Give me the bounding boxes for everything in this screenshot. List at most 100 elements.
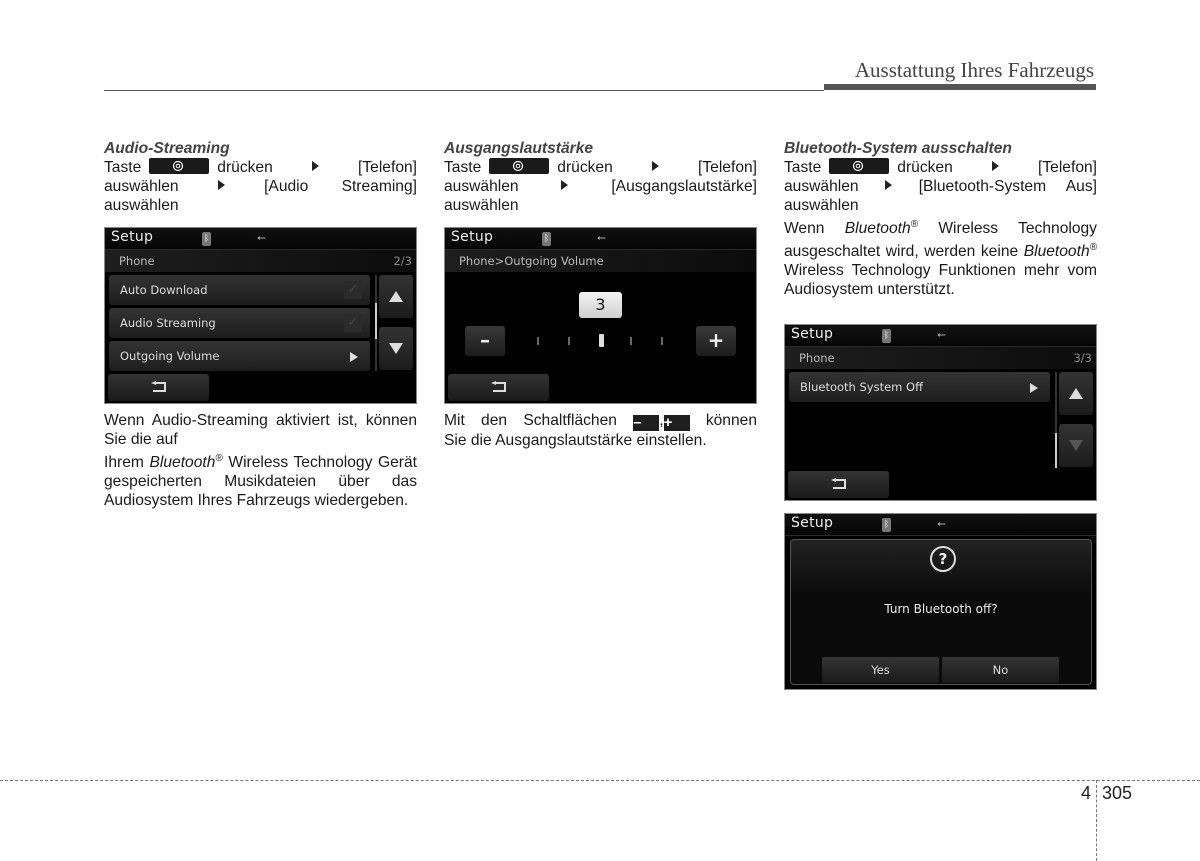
- text: [Audio Streaming]: [264, 178, 417, 195]
- running-title: Ausstattung Ihres Fahrzeugs: [854, 58, 1094, 82]
- screen-title: Setup: [791, 326, 834, 342]
- text: drücken: [217, 159, 273, 176]
- text: Taste: [784, 159, 822, 176]
- arrow-down-icon: [389, 343, 403, 354]
- back-button[interactable]: [788, 471, 889, 498]
- item-label: Auto Download: [120, 283, 208, 297]
- back-icon: [491, 381, 506, 392]
- paragraph: Ihrem Bluetooth® Wireless Technology Ger…: [104, 449, 417, 510]
- list-item-audio-streaming[interactable]: Audio Streaming ✓: [109, 308, 370, 338]
- instruction-text: auswählen [Audio Streaming]: [104, 177, 417, 196]
- bluetooth-icon: ᛒ: [882, 329, 891, 343]
- setup-key-icon: [149, 158, 210, 174]
- section-bluetooth-off: Bluetooth-System ausschalten Taste drücke…: [784, 139, 1097, 299]
- volume-tick[interactable]: [661, 337, 663, 345]
- list-item-auto-download[interactable]: Auto Download ✓: [109, 275, 370, 305]
- text: [Ausgangslautstärke]: [611, 178, 757, 195]
- gear-icon: [513, 160, 524, 172]
- arrow-right-icon: [217, 180, 225, 190]
- checkbox-checked-icon[interactable]: ✓: [344, 281, 362, 299]
- page-indicator: 2/3: [393, 254, 412, 268]
- breadcrumb-text: Phone: [799, 351, 835, 365]
- section-audio-streaming: Audio-Streaming Taste drücken [Telefon] a…: [104, 139, 417, 215]
- status-bar: Setup ᛒ ⭠: [445, 228, 756, 250]
- list-item-outgoing-volume[interactable]: Outgoing Volume: [109, 341, 370, 371]
- volume-tick[interactable]: [630, 337, 632, 345]
- scroll-down-button[interactable]: [1059, 424, 1093, 467]
- arrow-down-icon: [1069, 440, 1083, 451]
- volume-minus-button[interactable]: –: [465, 326, 505, 356]
- text: ®: [215, 453, 223, 464]
- checkbox-checked-icon[interactable]: ✓: [344, 314, 362, 332]
- instruction-text: auswählen: [444, 197, 519, 214]
- status-bar: Setup ᛒ ⭠: [785, 325, 1096, 347]
- chapter-number: 4: [1081, 783, 1092, 803]
- arrow-right-icon: [885, 180, 893, 190]
- arrow-right-icon: [991, 161, 999, 171]
- paragraph: Mit den Schaltflächen – ,+ können: [444, 411, 757, 431]
- setup-key-icon: [829, 158, 890, 174]
- paragraph: Sie die Ausgangslautstärke einstellen.: [444, 432, 707, 449]
- scroll-up-button[interactable]: [1059, 372, 1093, 415]
- back-button[interactable]: [108, 374, 209, 401]
- screen-phone-settings-2: Setup ᛒ ⭠ Phone 2/3 Auto Download ✓ Audio …: [104, 227, 417, 404]
- back-icon: [151, 381, 166, 392]
- instruction-text: Taste drücken [Telefon]: [104, 158, 417, 177]
- text: [Bluetooth-System Aus]: [918, 178, 1097, 195]
- text: auswählen: [444, 178, 519, 195]
- arrow-up-icon: [389, 291, 403, 302]
- instruction-text: auswählen: [104, 197, 179, 214]
- confirm-dialog: ? Turn Bluetooth off? Yes No: [790, 539, 1092, 685]
- breadcrumb-text: Phone>Outgoing Volume: [459, 254, 604, 268]
- scroll-up-button[interactable]: [379, 275, 413, 318]
- usb-icon: ⭠: [597, 231, 606, 244]
- section-title: Audio-Streaming: [104, 140, 230, 157]
- item-label: Bluetooth System Off: [800, 380, 923, 394]
- scrollbar-thumb[interactable]: [1055, 433, 1057, 468]
- bluetooth-icon: ᛒ: [542, 232, 551, 246]
- volume-tick[interactable]: [568, 337, 570, 345]
- volume-tick[interactable]: [537, 337, 539, 345]
- arrow-right-icon: [651, 161, 659, 171]
- minus-button-icon: –: [633, 415, 660, 431]
- arrow-up-icon: [1069, 388, 1083, 399]
- instruction-text: auswählen: [784, 197, 859, 214]
- header-rule-accent: [824, 84, 1096, 90]
- yes-button[interactable]: Yes: [822, 657, 939, 683]
- page-number: 305: [1102, 783, 1133, 803]
- instruction-text: auswählen [Ausgangslautstärke]: [444, 177, 757, 196]
- bluetooth-icon: ᛒ: [882, 518, 891, 532]
- gear-icon: [853, 160, 864, 172]
- footer-divider: [1096, 780, 1097, 861]
- volume-plus-button[interactable]: +: [696, 326, 736, 356]
- text: ®: [1089, 242, 1097, 253]
- volume-tick-active[interactable]: [599, 334, 604, 347]
- instruction-text: auswählen [Bluetooth-System Aus]: [784, 177, 1097, 196]
- text: [Telefon]: [1038, 159, 1097, 176]
- status-bar: Setup ᛒ ⭠: [105, 228, 416, 250]
- gear-icon: [173, 160, 184, 172]
- list-item-bluetooth-system-off[interactable]: Bluetooth System Off: [789, 372, 1050, 402]
- text: drücken: [557, 159, 613, 176]
- arrow-right-icon: [1030, 383, 1038, 393]
- instruction-text: Taste drücken [Telefon]: [784, 158, 1097, 177]
- text: [Telefon]: [358, 159, 417, 176]
- breadcrumb: Phone 3/3: [785, 347, 1096, 369]
- screen-title: Setup: [111, 229, 154, 245]
- text: drücken: [897, 159, 953, 176]
- header-rule: [104, 90, 824, 91]
- status-bar: Setup ᛒ ⭠: [785, 514, 1096, 536]
- section-outgoing-volume: Ausgangslautstärke Taste drücken [Telefon…: [444, 139, 757, 215]
- scroll-down-button[interactable]: [379, 327, 413, 370]
- no-button[interactable]: No: [942, 657, 1059, 683]
- back-button[interactable]: [448, 374, 549, 401]
- screen-title: Setup: [451, 229, 494, 245]
- text: Bluetooth: [844, 220, 911, 237]
- arrow-right-icon: [350, 352, 358, 362]
- usb-icon: ⭠: [257, 231, 266, 244]
- scrollbar-thumb[interactable]: [375, 303, 377, 339]
- breadcrumb-text: Phone: [119, 254, 155, 268]
- arrow-right-icon: [561, 180, 569, 190]
- item-label: Audio Streaming: [120, 316, 216, 330]
- footer-rule: [0, 780, 1200, 781]
